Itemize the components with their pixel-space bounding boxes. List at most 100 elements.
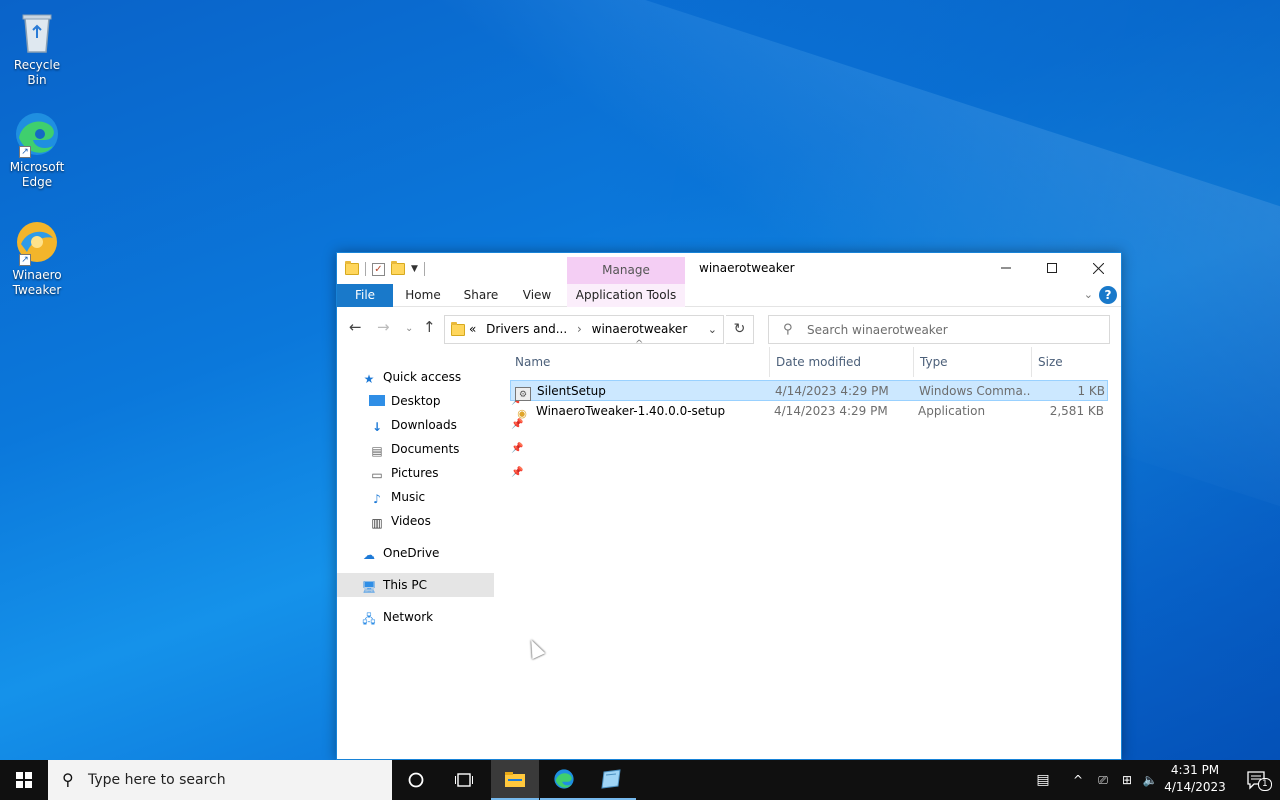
column-header-date-modified[interactable]: Date modified bbox=[772, 347, 914, 377]
search-box[interactable]: ⚲ bbox=[768, 315, 1110, 344]
tab-file[interactable]: File bbox=[337, 284, 393, 307]
taskbar-edge[interactable] bbox=[540, 760, 588, 800]
file-size: 2,581 KB bbox=[1049, 404, 1104, 418]
nav-desktop[interactable]: Desktop📌 bbox=[369, 389, 523, 413]
expand-ribbon-icon[interactable]: ⌄ bbox=[1084, 286, 1093, 304]
desktop-icon-recycle-bin[interactable]: Recycle Bin bbox=[4, 8, 70, 88]
column-header-name[interactable]: Name bbox=[511, 347, 770, 377]
action-center-button[interactable]: 1 bbox=[1232, 760, 1280, 800]
script-file-icon: ⚙ bbox=[515, 387, 531, 401]
clock[interactable]: 4:31 PM 4/14/2023 bbox=[1160, 762, 1230, 796]
address-bar[interactable]: « Drivers and... › winaerotweaker ⌄ bbox=[444, 315, 724, 344]
up-button[interactable]: ↑ bbox=[423, 319, 436, 335]
minimize-icon bbox=[1001, 267, 1011, 269]
task-view-icon bbox=[455, 773, 473, 787]
edge-icon: ↗ bbox=[13, 110, 61, 158]
nav-network[interactable]: 🖧 Network bbox=[361, 605, 433, 629]
table-row-silentsetup[interactable]: ⚙ SilentSetup 4/14/2023 4:29 PM Windows C… bbox=[510, 380, 1108, 401]
file-type: Windows Comma... bbox=[919, 384, 1031, 398]
tab-home[interactable]: Home bbox=[397, 284, 449, 307]
cortana-button[interactable] bbox=[392, 760, 440, 800]
file-explorer-icon bbox=[505, 772, 525, 787]
windows-logo-icon bbox=[16, 772, 32, 788]
address-toolbar: ← → ⌄ ↑ « Drivers and... › winaerotweake… bbox=[337, 307, 1121, 347]
table-row-winaerotweaker-setup[interactable]: ◉ WinaeroTweaker-1.40.0.0-setup 4/14/2023… bbox=[510, 401, 1108, 422]
customize-qat-icon[interactable]: ▼ bbox=[411, 264, 418, 274]
window-title: winaerotweaker bbox=[699, 261, 795, 275]
nav-quick-access[interactable]: ★ Quick access bbox=[361, 365, 462, 389]
news-icon[interactable]: ▤ bbox=[1028, 760, 1058, 800]
chevron-right-icon[interactable]: › bbox=[577, 322, 582, 336]
documents-icon: ▤ bbox=[371, 444, 383, 458]
nav-downloads[interactable]: ↓ Downloads 📌 bbox=[369, 413, 523, 437]
nav-documents[interactable]: ▤ Documents 📌 bbox=[369, 437, 523, 461]
properties-icon[interactable]: ✓ bbox=[372, 262, 385, 276]
shortcut-arrow-icon: ↗ bbox=[19, 254, 31, 266]
maximize-button[interactable] bbox=[1029, 253, 1075, 283]
forward-button[interactable]: → bbox=[377, 319, 390, 335]
chevron-down-icon[interactable]: ⌄ bbox=[708, 316, 717, 343]
desktop-icon-label: Winaero Tweaker bbox=[12, 268, 62, 297]
file-name: SilentSetup bbox=[537, 384, 606, 398]
maximize-icon bbox=[1047, 263, 1057, 273]
star-icon: ★ bbox=[363, 372, 375, 386]
nav-pictures[interactable]: ▭ Pictures 📌 bbox=[369, 461, 523, 485]
computer-icon: 🖥 bbox=[361, 580, 377, 594]
desktop-icon-label: Microsoft Edge bbox=[9, 160, 65, 189]
refresh-button[interactable]: ↻ bbox=[726, 315, 754, 344]
column-header-type[interactable]: Type bbox=[916, 347, 1032, 377]
taskbar-setup-app[interactable] bbox=[588, 760, 636, 800]
shortcut-arrow-icon: ↗ bbox=[19, 146, 31, 158]
taskbar-file-explorer[interactable] bbox=[491, 760, 539, 800]
nav-onedrive[interactable]: ☁ OneDrive bbox=[361, 541, 439, 565]
quick-access-toolbar: ✓ ▼ bbox=[345, 260, 425, 278]
navigation-pane: ★Quick access Desktop📌 ↓Downloads📌 ▤Docu… bbox=[337, 365, 523, 755]
recycle-bin-icon bbox=[13, 8, 61, 56]
setup-app-icon bbox=[601, 769, 621, 789]
help-icon[interactable]: ? bbox=[1099, 286, 1117, 304]
breadcrumb: « Drivers and... › winaerotweaker bbox=[469, 316, 693, 343]
minimize-button[interactable] bbox=[983, 253, 1029, 283]
tab-view[interactable]: View bbox=[513, 284, 561, 307]
network-icon: 🖧 bbox=[362, 612, 376, 626]
desktop-icon bbox=[369, 395, 385, 406]
back-button[interactable]: ← bbox=[349, 319, 362, 335]
taskbar-search-box[interactable]: ⚲ Type here to search bbox=[48, 760, 392, 800]
meet-now-icon[interactable]: ⎚ bbox=[1092, 760, 1114, 800]
tab-manage[interactable]: Manage bbox=[567, 257, 685, 284]
search-input[interactable] bbox=[807, 320, 1097, 339]
tab-share[interactable]: Share bbox=[455, 284, 507, 307]
recent-locations-button[interactable]: ⌄ bbox=[405, 321, 413, 337]
download-arrow-icon: ↓ bbox=[371, 420, 383, 434]
volume-icon[interactable]: 🔈 bbox=[1139, 760, 1161, 800]
title-bar[interactable]: ✓ ▼ Manage winaerotweaker bbox=[337, 253, 1121, 284]
edge-icon bbox=[554, 769, 574, 789]
taskbar-search-placeholder: Type here to search bbox=[88, 772, 226, 788]
installer-icon: ◉ bbox=[517, 407, 527, 420]
desktop-icon-microsoft-edge[interactable]: ↗ Microsoft Edge bbox=[4, 110, 70, 190]
task-view-button[interactable] bbox=[440, 760, 488, 800]
desktop-icon-winaero-tweaker[interactable]: ↗ Winaero Tweaker bbox=[4, 218, 70, 298]
search-icon: ⚲ bbox=[783, 322, 793, 337]
file-date: 4/14/2023 4:29 PM bbox=[775, 384, 889, 398]
file-type: Application bbox=[918, 404, 986, 418]
nav-this-pc[interactable]: 🖥 This PC bbox=[337, 573, 494, 597]
breadcrumb-overflow[interactable]: « bbox=[469, 322, 476, 336]
caption-buttons bbox=[983, 253, 1121, 283]
separator bbox=[365, 262, 366, 276]
show-hidden-icons-button[interactable]: ^ bbox=[1066, 760, 1090, 800]
network-status-icon[interactable]: ⊞ bbox=[1116, 760, 1138, 800]
breadcrumb-item[interactable]: Drivers and... bbox=[486, 322, 567, 336]
taskbar: ⚲ Type here to search ▤ ^ ⎚ ⊞ 🔈 4:31 PM … bbox=[0, 760, 1280, 800]
nav-music[interactable]: ♪ Music bbox=[369, 485, 425, 509]
column-header-size[interactable]: Size bbox=[1034, 347, 1109, 377]
nav-videos[interactable]: ▥ Videos bbox=[369, 509, 431, 533]
start-button[interactable] bbox=[0, 760, 48, 800]
close-button[interactable] bbox=[1075, 253, 1121, 283]
new-folder-icon[interactable] bbox=[391, 261, 405, 275]
search-icon: ⚲ bbox=[62, 770, 74, 789]
breadcrumb-item[interactable]: winaerotweaker bbox=[592, 322, 688, 336]
file-name: WinaeroTweaker-1.40.0.0-setup bbox=[536, 404, 726, 418]
ribbon-tabs: File Home Share View Application Tools ⌄… bbox=[337, 284, 1121, 307]
tab-application-tools[interactable]: Application Tools bbox=[567, 284, 685, 307]
